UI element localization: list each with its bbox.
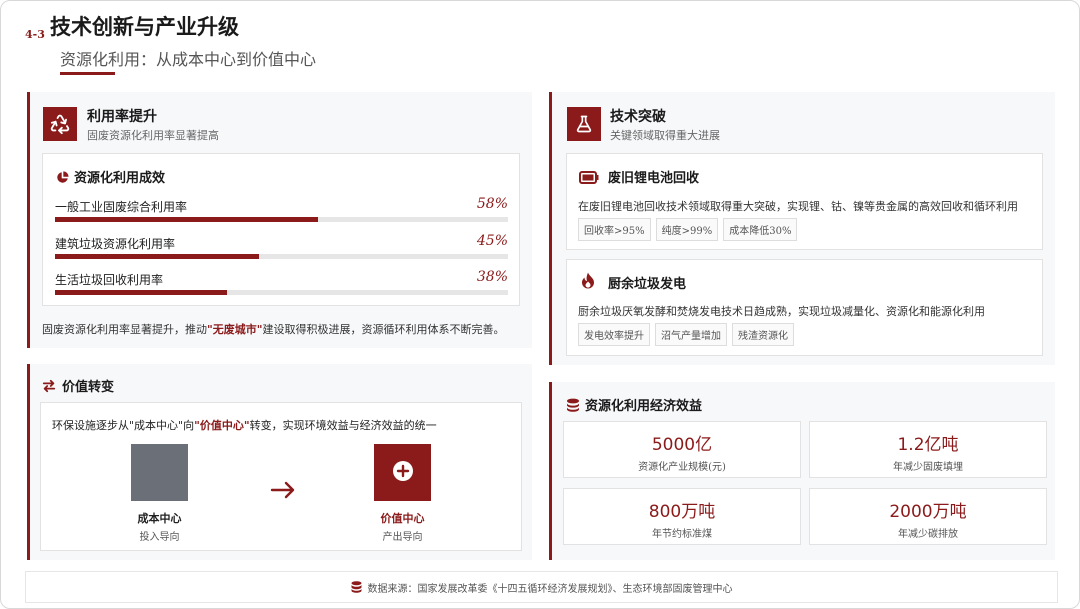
desc-text: 转变，实现环境效益与经济效益的统一 [249, 419, 437, 432]
utilization-subtitle: 固废资源化利用率显著提高 [87, 129, 219, 142]
rate-value: 38% [476, 269, 508, 285]
cost-center-sub: 投入导向 [139, 532, 180, 543]
tech-item-title: 厨余垃圾发电 [608, 277, 687, 292]
rate-value: 45% [476, 233, 508, 249]
stat-value: 5000亿 [651, 435, 713, 455]
value-center-box [374, 444, 431, 501]
stat-label: 年减少固废填埋 [893, 462, 963, 473]
cost-center-box [131, 444, 188, 501]
tag: 纯度>99% [655, 218, 719, 241]
value-center-title: 价值中心 [380, 512, 425, 525]
rate-label: 生活垃圾回收利用率 [55, 273, 164, 287]
tag: 成本降低30% [723, 218, 798, 241]
rate-row: 建筑垃圾资源化利用率 45% [55, 233, 510, 267]
pie-chart-icon [56, 169, 69, 188]
stat-card: 2000万吨 年减少碳排放 [809, 488, 1047, 545]
arrow-right-icon [270, 481, 296, 503]
stat-label: 年节约标准煤 [652, 529, 712, 540]
page-title: 技术创新与产业升级 [50, 14, 239, 39]
fire-icon [581, 272, 595, 293]
flask-icon [567, 107, 601, 141]
value-shift-desc: 环保设施逐步从"成本中心"向"价值中心"转变，实现环境效益与经济效益的统一 [52, 417, 437, 433]
rate-fill [55, 254, 259, 259]
coins-icon [566, 397, 580, 416]
tech-item-desc: 厨余垃圾厌氧发酵和焚烧发电技术日趋成熟，实现垃圾减量化、资源化和能源化利用 [578, 305, 985, 318]
battery-icon [579, 169, 599, 188]
tech-item-tags: 发电效率提升 沼气产量增加 残渣资源化 [578, 323, 799, 346]
rate-track [55, 217, 508, 222]
tag: 发电效率提升 [578, 323, 650, 346]
cost-center-title: 成本中心 [137, 512, 182, 525]
tag: 回收率>95% [578, 218, 651, 241]
tag: 沼气产量增加 [655, 323, 727, 346]
tech-item-tags: 回收率>95% 纯度>99% 成本降低30% [578, 218, 802, 241]
tech-item-card: 废旧锂电池回收 在废旧锂电池回收技术领域取得重大突破，实现锂、钴、镍等贵金属的高… [566, 153, 1043, 250]
rate-row: 生活垃圾回收利用率 38% [55, 269, 510, 303]
rate-label: 一般工业固废综合利用率 [55, 200, 188, 214]
page-subtitle: 资源化利用：从成本中心到价值中心 [60, 50, 317, 69]
value-shift-title: 价值转变 [62, 380, 115, 395]
title-underline [60, 72, 115, 75]
utilization-title: 利用率提升 [87, 109, 157, 125]
plus-circle-icon [392, 460, 414, 486]
economics-title: 资源化利用经济效益 [585, 399, 703, 414]
stat-label: 年减少碳排放 [898, 529, 958, 540]
rate-value: 58% [476, 196, 508, 212]
stat-value: 800万吨 [648, 502, 716, 522]
tech-title: 技术突破 [610, 109, 666, 125]
footer-source-bar: 数据来源：国家发展改革委《十四五循环经济发展规划》、生态环境部固废管理中心 [25, 571, 1058, 603]
note-highlight: "无废城市" [207, 323, 263, 336]
stat-value: 2000万吨 [889, 502, 967, 522]
tech-item-title: 废旧锂电池回收 [608, 171, 700, 186]
stat-card: 5000亿 资源化产业规模(元) [563, 421, 801, 478]
value-center-sub: 产出导向 [382, 532, 423, 543]
stat-card: 1.2亿吨 年减少固废填埋 [809, 421, 1047, 478]
recycle-icon [43, 107, 77, 141]
note-text: 固废资源化利用率显著提升，推动 [42, 323, 207, 336]
footer-source: 数据来源：国家发展改革委《十四五循环经济发展规划》、生态环境部固废管理中心 [367, 583, 733, 595]
stat-label: 资源化产业规模(元) [638, 462, 726, 473]
tech-item-desc: 在废旧锂电池回收技术领域取得重大突破，实现锂、钴、镍等贵金属的高效回收和循环利用 [578, 200, 1018, 213]
utilization-card-title: 资源化利用成效 [74, 171, 166, 186]
rate-track [55, 254, 508, 259]
stat-card: 800万吨 年节约标准煤 [563, 488, 801, 545]
exchange-icon [42, 378, 56, 397]
desc-highlight: "价值中心" [194, 419, 250, 432]
rate-row: 一般工业固废综合利用率 58% [55, 196, 510, 230]
database-icon [351, 581, 362, 593]
desc-text: 环保设施逐步从"成本中心"向 [52, 419, 195, 432]
value-shift-card: 环保设施逐步从"成本中心"向"价值中心"转变，实现环境效益与经济效益的统一 成本… [40, 402, 522, 551]
stat-value: 1.2亿吨 [897, 435, 959, 455]
section-number: 4-3 [25, 28, 45, 41]
tech-item-card: 厨余垃圾发电 厨余垃圾厌氧发酵和焚烧发电技术日趋成熟，实现垃圾减量化、资源化和能… [566, 259, 1043, 356]
tech-subtitle: 关键领域取得重大进展 [610, 129, 720, 142]
tag: 残渣资源化 [732, 323, 794, 346]
rate-fill [55, 217, 318, 222]
rate-track [55, 290, 508, 295]
rate-fill [55, 290, 228, 295]
rate-label: 建筑垃圾资源化利用率 [55, 237, 176, 251]
utilization-note: 固废资源化利用率显著提升，推动"无废城市"建设取得积极进展，资源循环利用体系不断… [42, 321, 504, 337]
note-text: 建设取得积极进展，资源循环利用体系不断完善。 [262, 323, 505, 336]
